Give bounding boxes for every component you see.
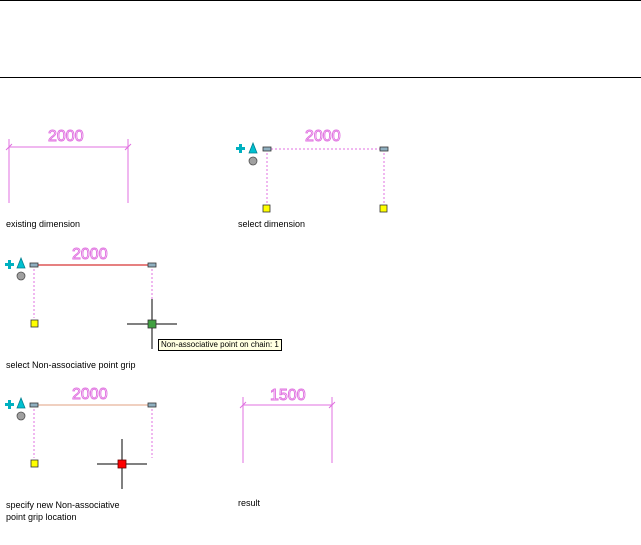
dimension-text: 2000 xyxy=(72,246,108,263)
caption-result: result xyxy=(238,498,261,508)
circle-icon[interactable] xyxy=(248,156,258,166)
dimension-text: 1500 xyxy=(270,387,306,404)
plus-icon[interactable] xyxy=(5,260,14,269)
grip-icon[interactable] xyxy=(262,204,271,213)
result-dimension: 1500 xyxy=(239,387,336,463)
grip-icon[interactable] xyxy=(262,146,272,152)
triangle-icon[interactable] xyxy=(16,256,26,269)
grip-icon[interactable] xyxy=(379,204,388,213)
grip-selected-dimension: 2000 xyxy=(5,246,177,349)
grip-icon[interactable] xyxy=(29,262,39,268)
crosshair-icon xyxy=(97,439,147,489)
caption-select-dimension: select dimension xyxy=(238,219,306,229)
caption-specify-line1: specify new Non-associative xyxy=(6,500,120,510)
caption-select-grip: select Non-associative point grip xyxy=(6,360,136,370)
caption-specify-line2: point grip location xyxy=(6,512,77,522)
grip-icon[interactable] xyxy=(147,262,157,268)
tooltip: Non-associative point on chain: 1 xyxy=(158,339,282,351)
diagram-canvas: 2000 2000 2000 2000 1500 xyxy=(5,128,389,489)
dimension-text: 2000 xyxy=(305,128,341,145)
triangle-icon[interactable] xyxy=(248,141,258,154)
specify-location-dimension: 2000 xyxy=(5,386,157,489)
grip-icon[interactable] xyxy=(29,402,39,408)
existing-dimension: 2000 xyxy=(5,128,132,203)
grip-icon[interactable] xyxy=(30,459,39,468)
plus-icon[interactable] xyxy=(236,144,245,153)
circle-icon[interactable] xyxy=(16,271,26,281)
plus-icon[interactable] xyxy=(5,400,14,409)
grip-icon[interactable] xyxy=(30,319,39,328)
grip-icon[interactable] xyxy=(379,146,389,152)
dimension-text: 2000 xyxy=(48,128,84,145)
selected-dimension: 2000 xyxy=(236,128,389,213)
triangle-icon[interactable] xyxy=(16,396,26,409)
grip-icon[interactable] xyxy=(147,402,157,408)
dimension-text: 2000 xyxy=(72,386,108,403)
circle-icon[interactable] xyxy=(16,411,26,421)
caption-existing-dimension: existing dimension xyxy=(6,219,81,229)
